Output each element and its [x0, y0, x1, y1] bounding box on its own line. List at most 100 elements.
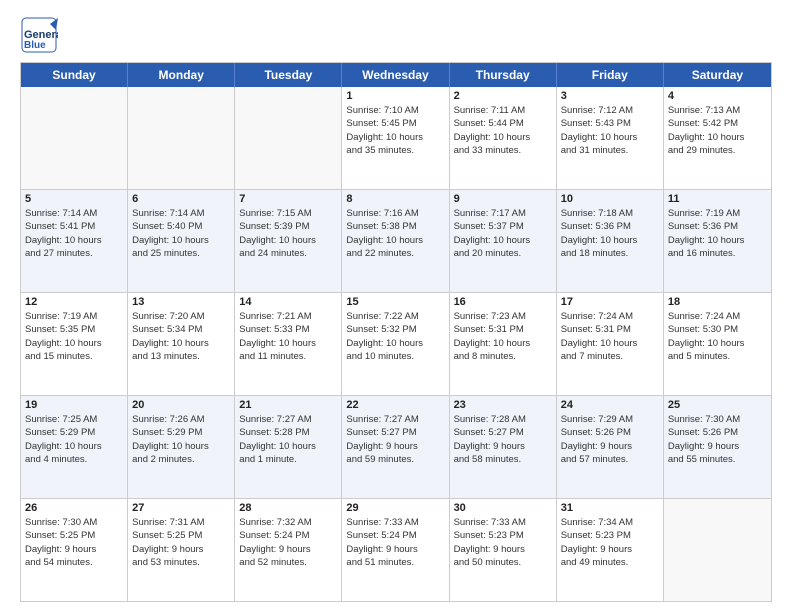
day-number-12: 12 [25, 296, 123, 308]
day-number-27: 27 [132, 502, 230, 514]
day-info-22: Sunrise: 7:27 AM Sunset: 5:27 PM Dayligh… [346, 413, 444, 466]
day-cell-14: 14 Sunrise: 7:21 AM Sunset: 5:33 PM Dayli… [235, 293, 342, 395]
day-number-21: 21 [239, 399, 337, 411]
day-number-10: 10 [561, 193, 659, 205]
calendar-row-1: 5 Sunrise: 7:14 AM Sunset: 5:41 PM Daylig… [21, 189, 771, 292]
calendar-row-2: 12 Sunrise: 7:19 AM Sunset: 5:35 PM Dayli… [21, 292, 771, 395]
day-info-29: Sunrise: 7:33 AM Sunset: 5:24 PM Dayligh… [346, 516, 444, 569]
day-info-27: Sunrise: 7:31 AM Sunset: 5:25 PM Dayligh… [132, 516, 230, 569]
day-number-15: 15 [346, 296, 444, 308]
calendar: SundayMondayTuesdayWednesdayThursdayFrid… [20, 62, 772, 602]
day-info-18: Sunrise: 7:24 AM Sunset: 5:30 PM Dayligh… [668, 310, 767, 363]
calendar-body: 1 Sunrise: 7:10 AM Sunset: 5:45 PM Daylig… [21, 87, 771, 601]
day-number-3: 3 [561, 90, 659, 102]
day-info-30: Sunrise: 7:33 AM Sunset: 5:23 PM Dayligh… [454, 516, 552, 569]
day-cell-11: 11 Sunrise: 7:19 AM Sunset: 5:36 PM Dayli… [664, 190, 771, 292]
empty-cell-r0c0 [21, 87, 128, 189]
day-info-5: Sunrise: 7:14 AM Sunset: 5:41 PM Dayligh… [25, 207, 123, 260]
day-cell-10: 10 Sunrise: 7:18 AM Sunset: 5:36 PM Dayli… [557, 190, 664, 292]
header-cell-friday: Friday [557, 63, 664, 87]
day-info-4: Sunrise: 7:13 AM Sunset: 5:42 PM Dayligh… [668, 104, 767, 157]
day-cell-22: 22 Sunrise: 7:27 AM Sunset: 5:27 PM Dayli… [342, 396, 449, 498]
day-cell-6: 6 Sunrise: 7:14 AM Sunset: 5:40 PM Daylig… [128, 190, 235, 292]
day-cell-13: 13Sunrise: 7:20 AM Sunset: 5:34 PM Dayli… [128, 293, 235, 395]
day-info-20: Sunrise: 7:26 AM Sunset: 5:29 PM Dayligh… [132, 413, 230, 466]
day-cell-30: 30 Sunrise: 7:33 AM Sunset: 5:23 PM Dayli… [450, 499, 557, 601]
day-cell-2: 2 Sunrise: 7:11 AM Sunset: 5:44 PM Daylig… [450, 87, 557, 189]
svg-text:Blue: Blue [24, 40, 46, 51]
day-info-28: Sunrise: 7:32 AM Sunset: 5:24 PM Dayligh… [239, 516, 337, 569]
day-info-12: Sunrise: 7:19 AM Sunset: 5:35 PM Dayligh… [25, 310, 123, 363]
day-cell-3: 3 Sunrise: 7:12 AM Sunset: 5:43 PM Daylig… [557, 87, 664, 189]
day-info-16: Sunrise: 7:23 AM Sunset: 5:31 PM Dayligh… [454, 310, 552, 363]
day-info-15: Sunrise: 7:22 AM Sunset: 5:32 PM Dayligh… [346, 310, 444, 363]
header-cell-wednesday: Wednesday [342, 63, 449, 87]
page-header: General Blue [20, 16, 772, 54]
empty-cell-r4c6 [664, 499, 771, 601]
day-cell-21: 21 Sunrise: 7:27 AM Sunset: 5:28 PM Dayli… [235, 396, 342, 498]
day-number-6: 6 [132, 193, 230, 205]
day-number-4: 4 [668, 90, 767, 102]
calendar-row-4: 26 Sunrise: 7:30 AM Sunset: 5:25 PM Dayli… [21, 498, 771, 601]
day-cell-20: 20 Sunrise: 7:26 AM Sunset: 5:29 PM Dayli… [128, 396, 235, 498]
day-number-24: 24 [561, 399, 659, 411]
day-cell-9: 9Sunrise: 7:17 AM Sunset: 5:37 PM Daylig… [450, 190, 557, 292]
day-cell-12: 12 Sunrise: 7:19 AM Sunset: 5:35 PM Dayli… [21, 293, 128, 395]
day-cell-1: 1 Sunrise: 7:10 AM Sunset: 5:45 PM Daylig… [342, 87, 449, 189]
empty-cell-r0c2 [235, 87, 342, 189]
day-number-1: 1 [346, 90, 444, 102]
day-number-5: 5 [25, 193, 123, 205]
logo: General Blue [20, 16, 62, 54]
day-number-22: 22 [346, 399, 444, 411]
day-info-23: Sunrise: 7:28 AM Sunset: 5:27 PM Dayligh… [454, 413, 552, 466]
day-number-20: 20 [132, 399, 230, 411]
day-cell-27: 27 Sunrise: 7:31 AM Sunset: 5:25 PM Dayli… [128, 499, 235, 601]
day-number-8: 8 [346, 193, 444, 205]
day-number-26: 26 [25, 502, 123, 514]
day-number-25: 25 [668, 399, 767, 411]
day-info-3: Sunrise: 7:12 AM Sunset: 5:43 PM Dayligh… [561, 104, 659, 157]
day-cell-23: 23 Sunrise: 7:28 AM Sunset: 5:27 PM Dayli… [450, 396, 557, 498]
day-info-31: Sunrise: 7:34 AM Sunset: 5:23 PM Dayligh… [561, 516, 659, 569]
header-cell-sunday: Sunday [21, 63, 128, 87]
day-number-17: 17 [561, 296, 659, 308]
logo-icon: General Blue [20, 16, 58, 54]
day-cell-15: 15 Sunrise: 7:22 AM Sunset: 5:32 PM Dayli… [342, 293, 449, 395]
day-info-6: Sunrise: 7:14 AM Sunset: 5:40 PM Dayligh… [132, 207, 230, 260]
day-number-23: 23 [454, 399, 552, 411]
day-cell-29: 29Sunrise: 7:33 AM Sunset: 5:24 PM Dayli… [342, 499, 449, 601]
day-info-19: Sunrise: 7:25 AM Sunset: 5:29 PM Dayligh… [25, 413, 123, 466]
day-number-11: 11 [668, 193, 767, 205]
header-cell-tuesday: Tuesday [235, 63, 342, 87]
calendar-row-0: 1 Sunrise: 7:10 AM Sunset: 5:45 PM Daylig… [21, 87, 771, 189]
day-cell-28: 28 Sunrise: 7:32 AM Sunset: 5:24 PM Dayli… [235, 499, 342, 601]
day-info-9: Sunrise: 7:17 AM Sunset: 5:37 PM Dayligh… [454, 207, 552, 260]
day-info-25: Sunrise: 7:30 AM Sunset: 5:26 PM Dayligh… [668, 413, 767, 466]
header-cell-thursday: Thursday [450, 63, 557, 87]
day-number-18: 18 [668, 296, 767, 308]
day-number-14: 14 [239, 296, 337, 308]
calendar-header-row: SundayMondayTuesdayWednesdayThursdayFrid… [21, 63, 771, 87]
day-cell-4: 4 Sunrise: 7:13 AM Sunset: 5:42 PM Daylig… [664, 87, 771, 189]
day-info-2: Sunrise: 7:11 AM Sunset: 5:44 PM Dayligh… [454, 104, 552, 157]
day-number-30: 30 [454, 502, 552, 514]
day-number-16: 16 [454, 296, 552, 308]
day-number-2: 2 [454, 90, 552, 102]
calendar-row-3: 19Sunrise: 7:25 AM Sunset: 5:29 PM Dayli… [21, 395, 771, 498]
day-info-17: Sunrise: 7:24 AM Sunset: 5:31 PM Dayligh… [561, 310, 659, 363]
day-cell-17: 17 Sunrise: 7:24 AM Sunset: 5:31 PM Dayli… [557, 293, 664, 395]
header-cell-saturday: Saturday [664, 63, 771, 87]
day-info-10: Sunrise: 7:18 AM Sunset: 5:36 PM Dayligh… [561, 207, 659, 260]
day-cell-24: 24Sunrise: 7:29 AM Sunset: 5:26 PM Dayli… [557, 396, 664, 498]
day-cell-5: 5 Sunrise: 7:14 AM Sunset: 5:41 PM Daylig… [21, 190, 128, 292]
day-cell-31: 31Sunrise: 7:34 AM Sunset: 5:23 PM Dayli… [557, 499, 664, 601]
day-number-28: 28 [239, 502, 337, 514]
day-info-11: Sunrise: 7:19 AM Sunset: 5:36 PM Dayligh… [668, 207, 767, 260]
day-info-1: Sunrise: 7:10 AM Sunset: 5:45 PM Dayligh… [346, 104, 444, 157]
day-info-26: Sunrise: 7:30 AM Sunset: 5:25 PM Dayligh… [25, 516, 123, 569]
day-info-21: Sunrise: 7:27 AM Sunset: 5:28 PM Dayligh… [239, 413, 337, 466]
empty-cell-r0c1 [128, 87, 235, 189]
day-info-14: Sunrise: 7:21 AM Sunset: 5:33 PM Dayligh… [239, 310, 337, 363]
day-cell-18: 18 Sunrise: 7:24 AM Sunset: 5:30 PM Dayli… [664, 293, 771, 395]
day-cell-26: 26 Sunrise: 7:30 AM Sunset: 5:25 PM Dayli… [21, 499, 128, 601]
